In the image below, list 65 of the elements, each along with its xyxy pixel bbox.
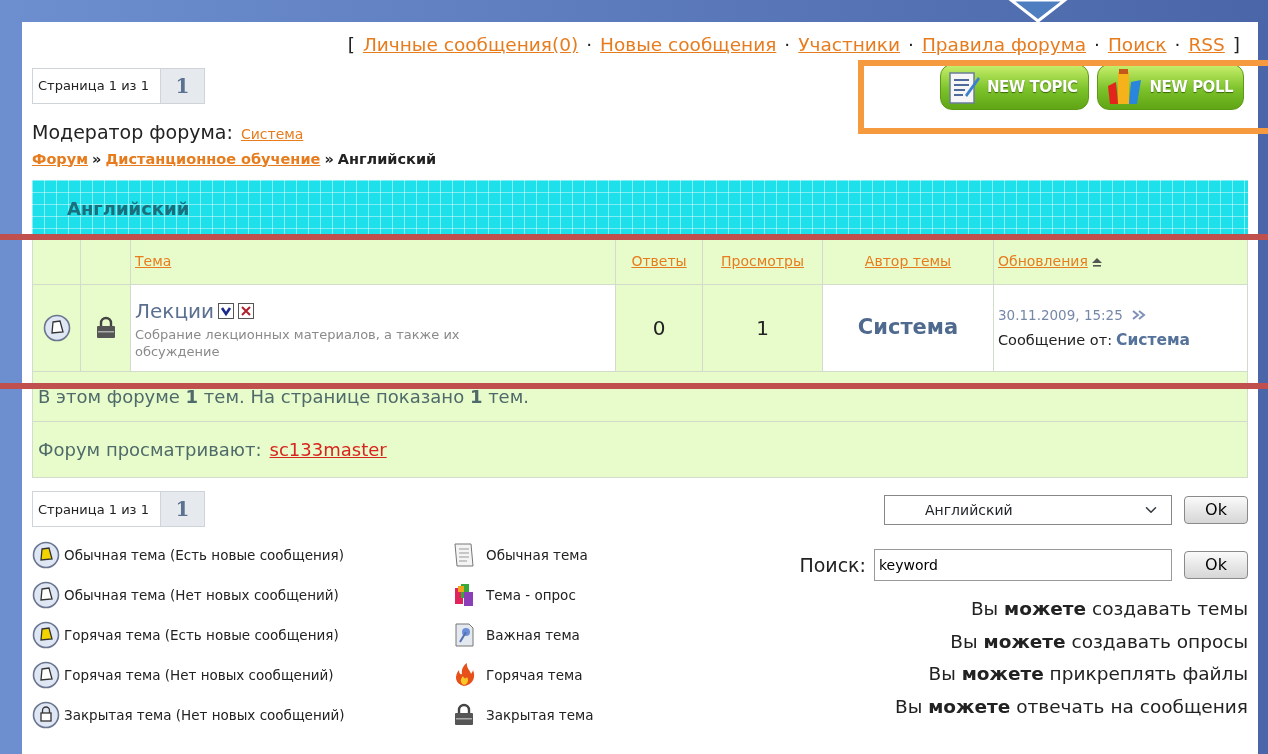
bracket-mark: [ <box>347 33 355 58</box>
legend-label: Тема - опрос <box>486 586 576 606</box>
author-link[interactable]: Система <box>857 315 959 340</box>
nav-link[interactable]: RSS <box>1188 31 1225 59</box>
page-link[interactable]: 1 <box>159 492 204 527</box>
ok-button[interactable]: Ok <box>1184 496 1248 525</box>
table-cell: 0 <box>615 284 703 372</box>
topic-link[interactable]: Лекции <box>135 295 215 326</box>
go-to-last-icon <box>1130 308 1147 321</box>
moderator-label: Модератор форума: <box>32 120 233 145</box>
search-label: Поиск: <box>799 553 866 578</box>
topic-description: Собрание лекционных материалов, а также их обсуждение <box>135 325 461 361</box>
new-topic-button[interactable]: NEW TOPIC <box>939 64 1089 110</box>
nav-link[interactable]: Новые сообщения <box>600 31 777 59</box>
breadcrumb-link[interactable]: Форум <box>32 148 89 171</box>
legend-label: Горячая тема <box>486 666 583 686</box>
column-sort-link[interactable]: Автор темы <box>864 253 952 270</box>
user-link[interactable]: sc133master <box>269 436 387 464</box>
breadcrumb-current: Английский <box>337 149 437 169</box>
last-post-label: Сообщение от: <box>998 330 1113 350</box>
table-cell: 1 <box>702 284 823 372</box>
nav-link[interactable]: Поиск <box>1107 31 1167 59</box>
breadcrumb-separator: » <box>324 149 334 169</box>
separator-dot: · <box>586 33 593 58</box>
permission-text: Вы можете создавать темы <box>969 597 1248 622</box>
nav-link[interactable]: Личные сообщения(0) <box>362 31 579 59</box>
nav-link[interactable]: Участники <box>798 31 901 59</box>
legend-label: Закрытая тема <box>486 706 594 726</box>
bracket-mark: ] <box>1232 33 1240 58</box>
close-icon <box>238 302 255 319</box>
permission-text: Вы можете отвечать на сообщения <box>895 694 1248 719</box>
legend-label: Важная тема <box>486 626 580 646</box>
page-count-label: Страница 1 из 1 <box>37 500 150 519</box>
forum-select[interactable]: Английский <box>884 495 1172 526</box>
column-sort-link[interactable]: Обновления <box>998 253 1088 270</box>
moderator-link[interactable]: Система <box>240 124 304 145</box>
notepad-icon <box>946 69 981 105</box>
legend-label: Закрытая тема (Нет новых сообщений) <box>64 706 345 726</box>
legend-label: Обычная тема <box>486 546 588 566</box>
separator-dot: · <box>908 33 914 58</box>
separator-dot: · <box>784 33 791 58</box>
nav-link[interactable]: Правила форума <box>921 31 1087 59</box>
user-link[interactable]: Система <box>1116 328 1191 352</box>
legend-label: Обычная тема (Есть новые сообщения) <box>64 546 344 566</box>
permission-text: Вы можете прикреплять файлы <box>927 662 1248 687</box>
check-icon <box>218 302 235 319</box>
date-text: 30.11.2009, 15:25 <box>998 305 1123 325</box>
breadcrumb-link[interactable]: Дистанционное обучение <box>105 148 321 171</box>
page-link[interactable]: 1 <box>159 69 204 103</box>
column-sort-link[interactable]: Просмотры <box>721 253 804 270</box>
search-field[interactable]: keyword <box>874 549 1172 582</box>
permission-text: Вы можете создавать опросы <box>949 629 1248 654</box>
ok-button[interactable]: Ok <box>1184 551 1248 580</box>
separator-dot: · <box>1094 33 1100 58</box>
breadcrumb-separator: » <box>92 149 102 169</box>
legend-label: Обычная тема (Нет новых сообщений) <box>64 586 339 606</box>
forum-stats-text: В этом форуме 1 тем. На странице показано 1 тем. <box>38 385 529 410</box>
column-sort-link[interactable]: Тема <box>135 253 172 270</box>
page-count-label: Страница 1 из 1 <box>37 77 150 96</box>
viewers-label: Форум просматривают: <box>38 438 262 463</box>
separator-dot: · <box>1174 33 1181 58</box>
new-poll-button[interactable]: NEW POLL <box>1096 64 1244 110</box>
legend-label: Горячая тема (Нет новых сообщений) <box>64 666 334 686</box>
legend-label: Горячая тема (Есть новые сообщения) <box>64 626 339 646</box>
column-sort-link[interactable]: Ответы <box>631 253 687 270</box>
